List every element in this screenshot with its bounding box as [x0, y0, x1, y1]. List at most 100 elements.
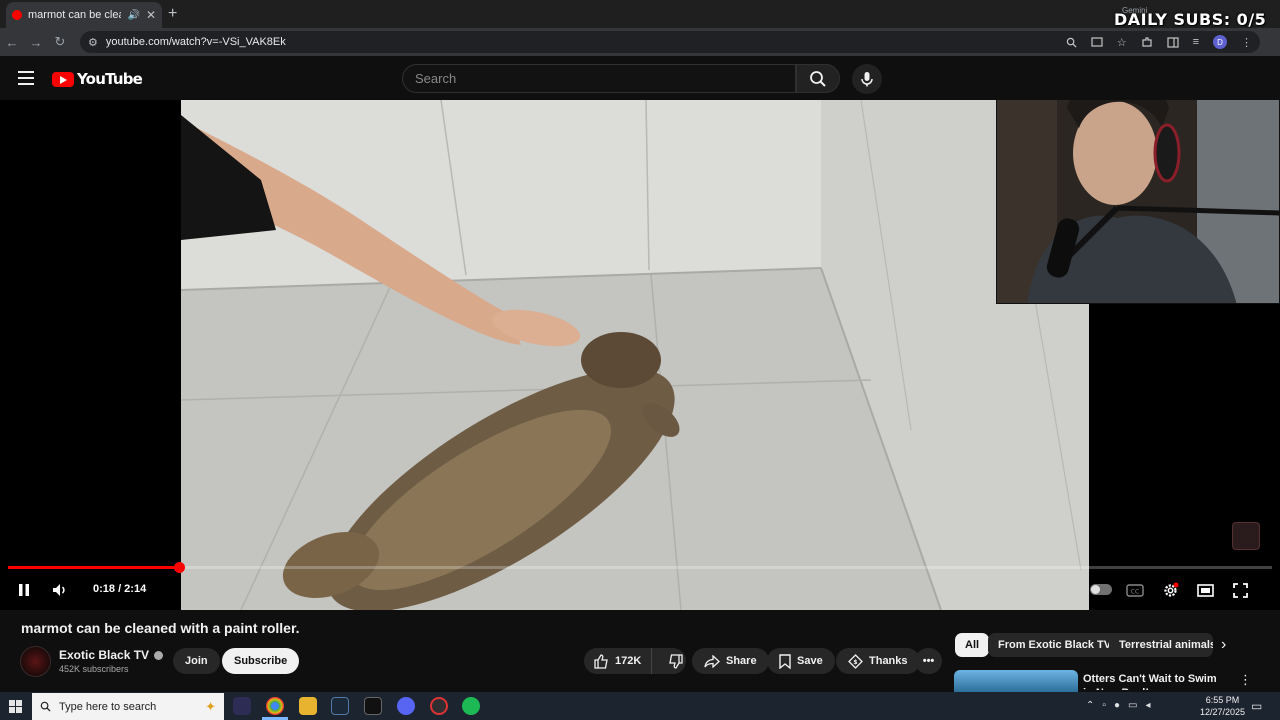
recommendation-title[interactable]: Otters Can't Wait to Swim in New Pool!	[1083, 672, 1223, 690]
captions-icon: CC	[1126, 583, 1144, 597]
volume-button[interactable]	[50, 580, 70, 600]
dislike-button[interactable]	[658, 648, 693, 674]
youtube-play-icon	[52, 71, 74, 87]
network-icon[interactable]: ▭	[1128, 700, 1137, 711]
progress-bar[interactable]	[8, 562, 1272, 573]
scrubber-handle[interactable]	[173, 562, 185, 573]
browser-tab[interactable]: marmot can be cleaned wit 🔊 ✕	[6, 2, 162, 28]
windows-start-icon[interactable]	[9, 700, 22, 713]
like-dislike-group: 172K	[584, 648, 686, 674]
system-tray: ⌃ ▫ ● ▭ ◂	[1086, 700, 1150, 711]
zoom-icon[interactable]	[1066, 37, 1077, 48]
discord-icon[interactable]	[397, 697, 415, 715]
settings-button[interactable]	[1160, 580, 1180, 600]
clock-time: 6:55 PM	[1205, 695, 1240, 705]
super-thanks-icon: $	[848, 653, 863, 669]
chip-terrestrial-animals[interactable]: Terrestrial animals	[1109, 633, 1213, 657]
tray-app-icon[interactable]: ▫	[1102, 700, 1106, 711]
channel-name-row[interactable]: Exotic Black TV	[59, 648, 164, 662]
taskbar-search[interactable]: Type here to search ✦	[32, 693, 224, 720]
search-input[interactable]	[415, 71, 783, 86]
tab-title: marmot can be cleaned wit	[28, 9, 121, 21]
cast-icon[interactable]	[1091, 36, 1103, 48]
theater-mode-button[interactable]	[1195, 580, 1215, 600]
subscriber-count: 452K subscribers	[59, 664, 129, 674]
join-button[interactable]: Join	[173, 648, 220, 674]
share-button[interactable]: Share	[692, 648, 769, 674]
captions-button[interactable]: CC	[1125, 581, 1145, 599]
bookmark-icon	[779, 653, 791, 669]
share-label: Share	[726, 655, 757, 667]
tab-close-icon[interactable]: ✕	[146, 8, 156, 22]
chip-all[interactable]: All	[955, 633, 990, 657]
mic-tray-icon[interactable]: ●	[1114, 700, 1120, 711]
channel-avatar[interactable]	[20, 646, 51, 677]
video-frame[interactable]	[181, 100, 1089, 610]
like-button[interactable]: 172K	[584, 648, 653, 674]
thanks-label: Thanks	[869, 655, 908, 667]
channel-watermark-icon[interactable]	[1232, 522, 1260, 550]
pause-button[interactable]	[14, 580, 34, 600]
more-actions-button[interactable]: •••	[915, 648, 942, 674]
address-url[interactable]: youtube.com/watch?v=-VSi_VAK8Ek	[106, 36, 1058, 48]
webcam-scene	[997, 100, 1279, 303]
autoplay-toggle[interactable]	[1090, 584, 1112, 595]
speaker-icon[interactable]: 🔊	[127, 10, 139, 21]
side-panel-icon[interactable]	[1166, 36, 1179, 48]
obs-icon[interactable]	[430, 697, 448, 715]
save-label: Save	[797, 655, 823, 667]
thanks-button[interactable]: $ Thanks	[836, 648, 920, 674]
save-button[interactable]: Save	[767, 648, 835, 674]
more-horizontal-icon: •••	[922, 655, 935, 667]
notification-icon[interactable]: ▭	[1251, 699, 1262, 713]
video-player[interactable]	[0, 100, 1280, 610]
menu-hamburger-icon[interactable]	[18, 71, 34, 85]
thumbs-down-icon	[669, 653, 683, 669]
search-button[interactable]	[796, 64, 840, 93]
chevron-right-icon[interactable]: ›	[1221, 636, 1226, 654]
youtube-masthead: YouTube	[0, 56, 1280, 100]
steam-icon[interactable]	[331, 697, 349, 715]
reload-icon[interactable]: ↻	[48, 34, 72, 50]
theater-mode-icon	[1196, 583, 1214, 597]
chip-from-channel[interactable]: From Exotic Black TV	[988, 633, 1122, 657]
video-title: marmot can be cleaned with a paint rolle…	[21, 620, 300, 636]
spotify-icon[interactable]	[462, 697, 480, 715]
youtube-favicon-icon	[12, 10, 22, 20]
tray-expand-icon[interactable]: ⌃	[1086, 700, 1094, 711]
voice-search-button[interactable]	[852, 64, 882, 94]
fullscreen-button[interactable]	[1230, 580, 1250, 600]
volume-tray-icon[interactable]: ◂	[1145, 700, 1150, 711]
taskbar-clock[interactable]: 6:55 PM 12/27/2025	[1200, 694, 1245, 718]
microphone-icon	[861, 72, 873, 87]
search-icon	[40, 701, 51, 712]
chrome-icon[interactable]	[266, 697, 284, 715]
search-highlight-icon: ✦	[205, 698, 216, 714]
share-icon	[704, 654, 720, 668]
address-bar[interactable]: ⚙ youtube.com/watch?v=-VSi_VAK8Ek ☆ ≡ D …	[80, 31, 1260, 53]
browser-menu-icon[interactable]: ⋮	[1241, 36, 1252, 49]
channel-name[interactable]: Exotic Black TV	[59, 648, 149, 662]
new-tab-button[interactable]: +	[168, 5, 177, 23]
daily-subs-overlay: DAILY SUBS: 0/5	[1114, 10, 1267, 29]
site-info-icon[interactable]: ⚙	[88, 36, 98, 49]
recommendation-menu-icon[interactable]: ⋮	[1239, 672, 1252, 688]
bookmark-star-icon[interactable]: ☆	[1117, 36, 1127, 49]
forward-arrow-icon[interactable]: →	[24, 35, 48, 50]
profile-avatar[interactable]: D	[1213, 35, 1227, 49]
search-box[interactable]	[402, 64, 796, 93]
back-arrow-icon[interactable]: ←	[0, 35, 24, 50]
svg-text:CC: CC	[1131, 588, 1139, 595]
volume-icon	[53, 584, 65, 596]
svg-text:$: $	[853, 659, 857, 666]
recommendation-thumbnail[interactable]	[954, 670, 1078, 692]
youtube-logo[interactable]: YouTube	[52, 70, 143, 88]
time-display: 0:18 / 2:14	[93, 583, 147, 595]
app-g-icon[interactable]	[364, 697, 382, 715]
media-controls-icon[interactable]: ≡	[1193, 36, 1199, 48]
subscribe-button[interactable]: Subscribe	[222, 648, 300, 674]
file-explorer-icon[interactable]	[299, 697, 317, 715]
extensions-icon[interactable]	[1141, 36, 1153, 48]
task-view-icon[interactable]	[233, 697, 251, 715]
taskbar-search-placeholder: Type here to search	[59, 700, 157, 713]
